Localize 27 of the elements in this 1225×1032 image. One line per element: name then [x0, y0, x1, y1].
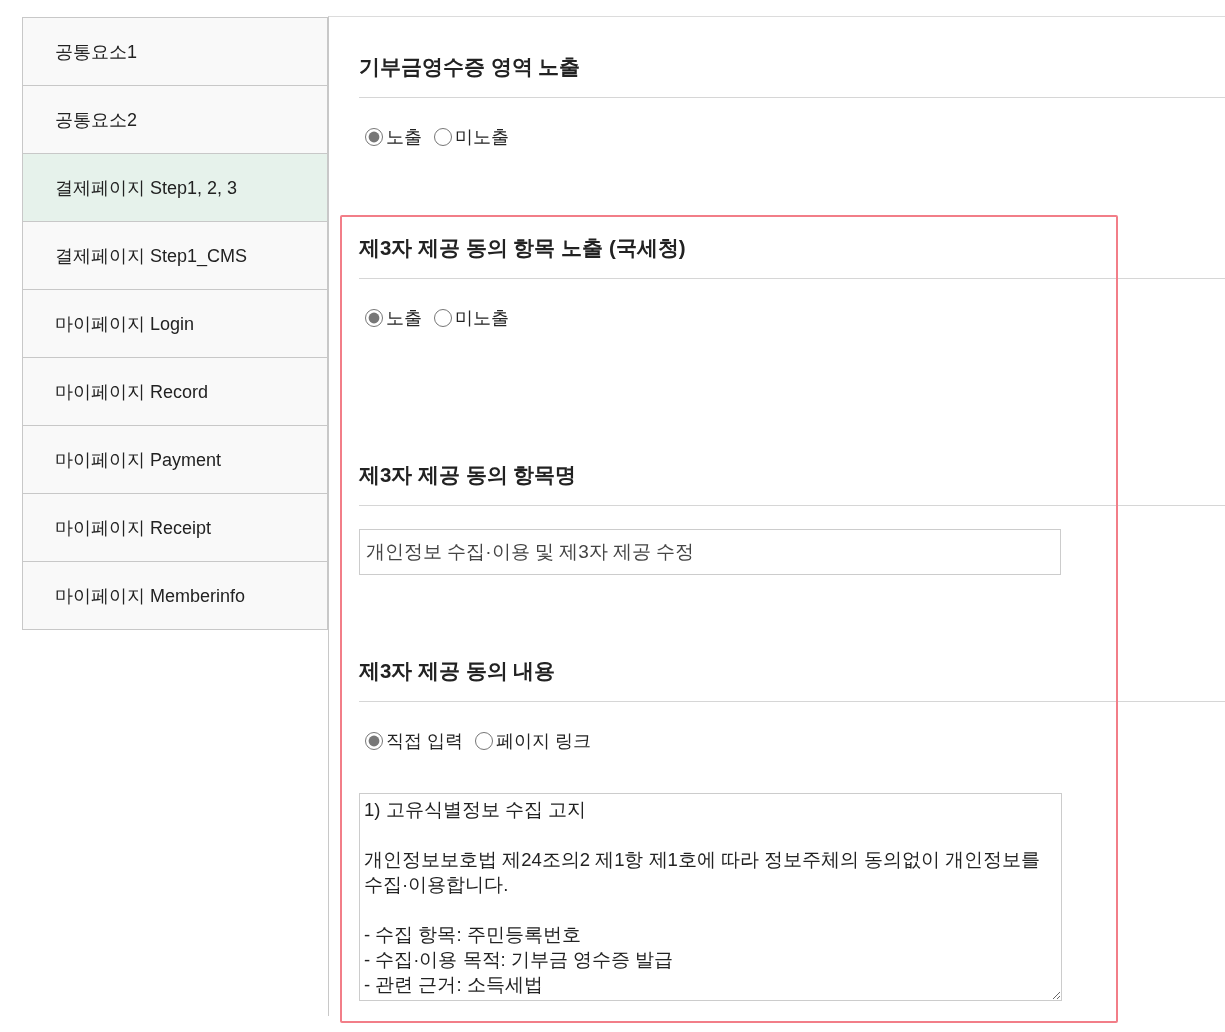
radio-label: 미노출	[455, 126, 509, 149]
section-heading: 제3자 제공 동의 내용	[359, 659, 556, 683]
radio-button[interactable]	[475, 732, 493, 750]
section-heading: 제3자 제공 동의 항목명	[359, 463, 577, 487]
radio-label: 직접 입력	[386, 730, 463, 753]
radio-label: 노출	[386, 307, 422, 330]
sidebar-item[interactable]: 마이페이지 Login	[23, 290, 327, 358]
sidebar-item[interactable]: 마이페이지 Record	[23, 358, 327, 426]
sidebar-item[interactable]: 마이페이지 Payment	[23, 426, 327, 494]
text-area[interactable]: 1) 고유식별정보 수집 고지 개인정보보호법 제24조의2 제1항 제1호에 따라 정보주체의 동의없이 개인정보를 수집·이용합니다. - 수집 항목: 주민등록번호 - 수집·이용 목적: 기부금 영수증 발급 - 관련 근거: 소득세법	[359, 793, 1062, 1001]
sidebar-item[interactable]: 마이페이지 Memberinfo	[23, 562, 327, 630]
radio-button[interactable]	[365, 309, 383, 327]
sidebar-item[interactable]: 결제페이지 Step1_CMS	[23, 222, 327, 290]
radio-label: 노출	[386, 126, 422, 149]
section-heading: 기부금영수증 영역 노출	[359, 55, 581, 79]
sidebar-item[interactable]: 공통요소2	[23, 86, 327, 154]
section-heading: 제3자 제공 동의 항목 노출 (국세청)	[359, 236, 686, 260]
radio-label: 미노출	[455, 307, 509, 330]
text-field[interactable]: 개인정보 수집·이용 및 제3자 제공 수정	[359, 529, 1061, 575]
radio-button[interactable]	[434, 128, 452, 146]
radio-button[interactable]	[434, 309, 452, 327]
radio-button[interactable]	[365, 128, 383, 146]
radio-button[interactable]	[365, 732, 383, 750]
sidebar-item[interactable]: 공통요소1	[23, 18, 327, 86]
radio-label: 페이지 링크	[496, 730, 592, 753]
sidebar-item[interactable]: 마이페이지 Receipt	[23, 494, 327, 562]
sidebar-item[interactable]: 결제페이지 Step1, 2, 3	[23, 154, 327, 222]
